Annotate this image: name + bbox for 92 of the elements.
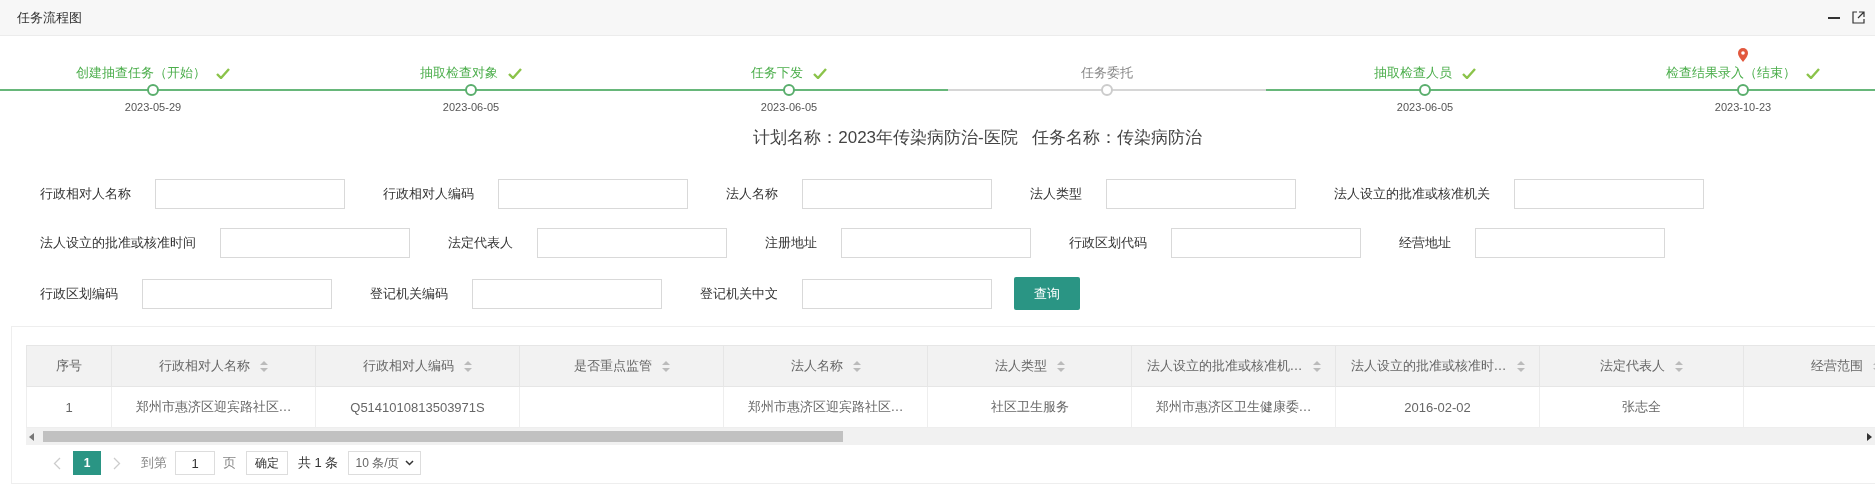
column-header[interactable]: 经营范围 <box>1743 345 1875 387</box>
total-count: 共 1 条 <box>298 454 339 472</box>
page-input[interactable]: 1 <box>175 451 215 475</box>
column-header[interactable]: 法人名称 <box>723 345 928 387</box>
input-field[interactable] <box>220 228 410 258</box>
plan-summary-text: 计划名称：2023年传染病防治-医院 <box>753 127 1018 149</box>
step-label: 任务委托 <box>1081 64 1133 82</box>
step-node <box>147 84 159 96</box>
input-field[interactable] <box>802 278 992 309</box>
field-label: 经营地址 <box>1399 234 1451 252</box>
input-field[interactable] <box>472 278 662 309</box>
scroll-right-icon[interactable] <box>1867 432 1872 441</box>
step-node <box>1101 84 1113 96</box>
confirm-button[interactable]: 确定 <box>246 451 288 475</box>
input-field[interactable] <box>802 179 992 209</box>
panel-title: 任务流程图 <box>17 8 82 27</box>
field-label: 注册地址 <box>765 234 817 252</box>
step-label: 抽取检查人员 <box>1374 64 1452 82</box>
column-header[interactable]: 是否重点监管 <box>519 345 724 387</box>
field-label: 行政相对人名称 <box>40 185 131 203</box>
sort-icon[interactable] <box>464 361 472 373</box>
plan-summary-text: 任务名称：传染病防治 <box>1031 127 1202 149</box>
sort-icon[interactable] <box>1516 361 1525 373</box>
column-header[interactable]: 行政相对人名称 <box>111 345 316 387</box>
table-cell: 1 <box>65 399 73 415</box>
page-button[interactable]: 1 <box>73 451 101 475</box>
page-size-select[interactable]: 10 条/页 <box>348 451 422 475</box>
sort-icon[interactable] <box>1312 361 1321 373</box>
check-icon <box>216 67 230 79</box>
next-page-icon[interactable] <box>113 456 121 470</box>
step-label: 创建抽查任务（开始） <box>76 64 206 82</box>
column-header[interactable]: 行政相对人编码 <box>315 345 520 387</box>
step-node <box>465 84 477 96</box>
input-field[interactable] <box>155 179 345 209</box>
table-cell: 张志全 <box>1622 399 1661 414</box>
input-field[interactable] <box>537 228 727 258</box>
field-label: 行政区划代码 <box>1069 234 1147 252</box>
input-field[interactable] <box>1475 228 1665 258</box>
check-icon <box>508 67 522 79</box>
input-field[interactable] <box>1514 179 1704 209</box>
input-field[interactable] <box>498 179 688 209</box>
field-label: 法人设立的批准或核准机关 <box>1334 185 1490 203</box>
check-icon <box>813 67 827 79</box>
field-label: 行政区划编码 <box>40 284 118 303</box>
sort-icon[interactable] <box>260 361 268 373</box>
step-label: 任务下发 <box>751 64 803 82</box>
caret-icon <box>405 460 415 466</box>
scroll-left-icon[interactable] <box>29 432 34 441</box>
field-label: 法定代表人 <box>448 234 513 252</box>
step-date: 2023-06-05 <box>442 101 500 113</box>
step-date: 2023-05-29 <box>124 101 182 113</box>
check-icon <box>1462 67 1476 79</box>
column-header[interactable]: 序号 <box>26 345 112 387</box>
check-icon <box>1806 67 1820 79</box>
column-header[interactable]: 法人设立的批准或核准机… <box>1131 345 1336 387</box>
table-cell: 郑州市惠济区卫生健康委… <box>1155 399 1312 414</box>
field-label: 法人名称 <box>726 185 778 203</box>
step-date: 2023-10-23 <box>1714 101 1772 113</box>
input-field[interactable] <box>1171 228 1361 258</box>
previous-page-icon[interactable] <box>53 456 61 470</box>
goto-label: 到第 <box>141 454 167 472</box>
horizontal-scrollbar[interactable] <box>26 428 1875 445</box>
fullscreen-icon[interactable] <box>1852 11 1865 24</box>
step-node <box>1419 84 1431 96</box>
step-label: 检查结果录入（结束） <box>1666 64 1796 82</box>
table-cell: 郑州市惠济区迎宾路社区… <box>135 399 292 414</box>
column-header[interactable]: 法人设立的批准或核准时… <box>1335 345 1540 387</box>
column-header[interactable]: 法人类型 <box>927 345 1132 387</box>
input-field[interactable] <box>1106 179 1296 209</box>
step-node <box>783 84 795 96</box>
query-button[interactable]: 查询 <box>1014 277 1080 310</box>
column-header[interactable]: 法定代表人 <box>1539 345 1744 387</box>
step-node <box>1737 84 1749 96</box>
table-cell: 社区卫生服务 <box>990 399 1069 414</box>
field-label: 法人类型 <box>1030 185 1082 203</box>
table-cell: Q5141010813503971S <box>350 399 485 415</box>
step-date: 2023-06-05 <box>760 101 818 113</box>
table-cell: 2016-02-02 <box>1404 399 1471 415</box>
input-field[interactable] <box>142 278 332 309</box>
page-unit-label: 页 <box>223 454 236 472</box>
sort-icon[interactable] <box>661 361 670 373</box>
input-field[interactable] <box>841 228 1031 258</box>
field-label: 登记机关编码 <box>370 284 448 303</box>
step-label: 抽取检查对象 <box>420 64 498 82</box>
sort-icon[interactable] <box>1675 361 1683 373</box>
field-label: 登记机关中文 <box>700 284 778 303</box>
step-date: 2023-06-05 <box>1396 101 1454 113</box>
table-cell: 郑州市惠济区迎宾路社区… <box>747 399 904 414</box>
field-label: 法人设立的批准或核准时间 <box>40 234 196 252</box>
sort-icon[interactable] <box>1056 361 1065 373</box>
sort-icon[interactable] <box>852 361 861 373</box>
field-label: 行政相对人编码 <box>383 185 474 203</box>
